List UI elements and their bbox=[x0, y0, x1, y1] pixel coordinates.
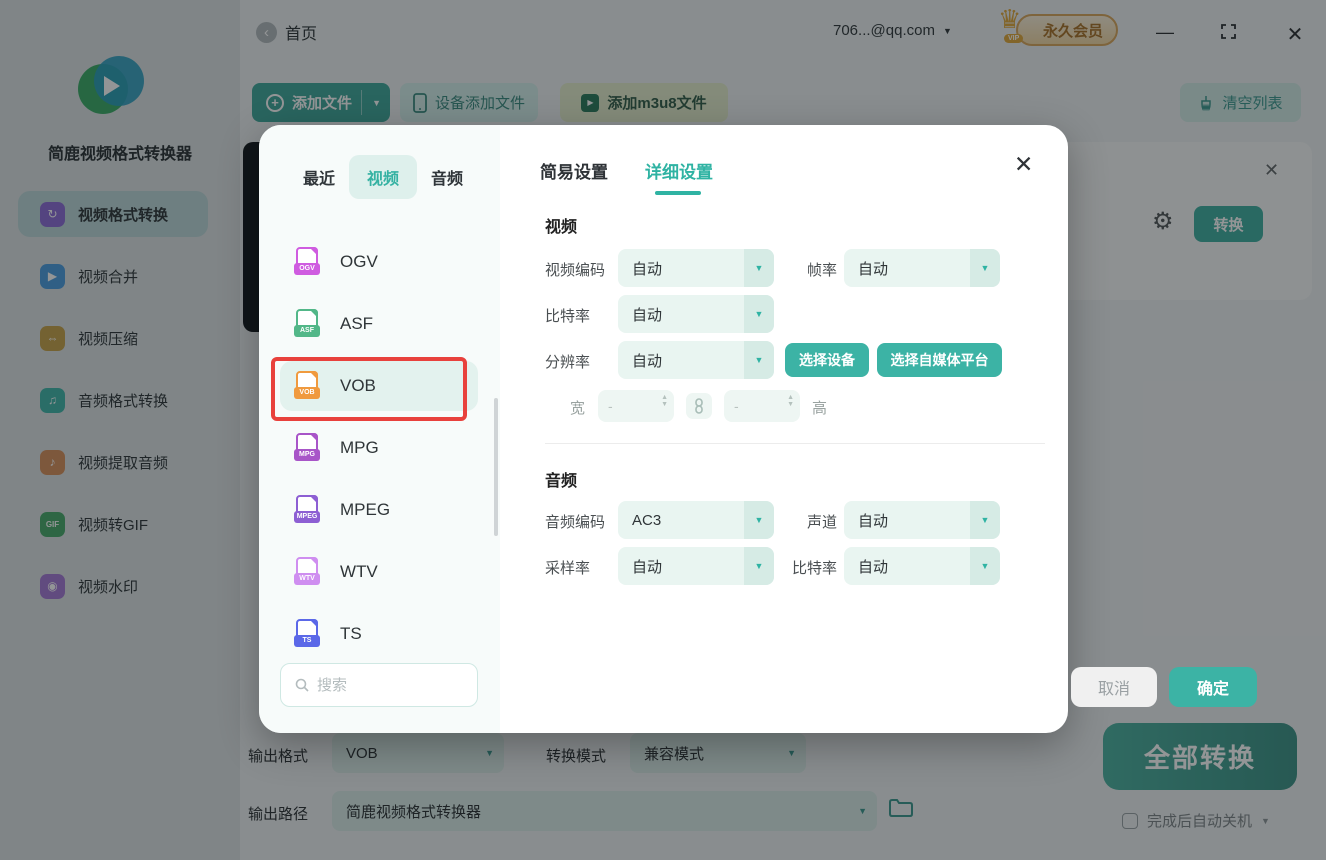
chevron-down-icon: ▼ bbox=[981, 515, 990, 525]
framerate-dropdown[interactable]: 自动 ▼ bbox=[844, 249, 1000, 287]
chevron-down-icon: ▼ bbox=[755, 561, 764, 571]
active-tab-underline bbox=[655, 191, 701, 195]
mpg-file-icon: MPG bbox=[294, 433, 320, 463]
tab-video[interactable]: 视频 bbox=[349, 155, 417, 199]
audio-bitrate-label: 比特率 bbox=[792, 557, 837, 578]
vob-file-icon: VOB bbox=[294, 371, 320, 401]
settings-panel: 简易设置 详细设置 ✕ 视频 视频编码 自动 ▼ 帧率 自动 ▼ 比特率 自动 … bbox=[500, 125, 1068, 733]
ogv-file-icon: OGV bbox=[294, 247, 320, 277]
search-icon bbox=[295, 678, 309, 692]
select-device-button[interactable]: 选择设备 bbox=[785, 343, 869, 377]
select-platform-button[interactable]: 选择自媒体平台 bbox=[877, 343, 1002, 377]
samplerate-value: 自动 bbox=[618, 556, 662, 577]
wtv-file-icon: WTV bbox=[294, 557, 320, 587]
format-item-ts[interactable]: TS TS bbox=[280, 609, 478, 659]
audio-codec-value: AC3 bbox=[618, 512, 661, 529]
video-bitrate-label: 比特率 bbox=[545, 305, 590, 326]
audio-section-title: 音频 bbox=[545, 467, 577, 491]
tab-simple-settings[interactable]: 简易设置 bbox=[540, 158, 608, 183]
format-item-ogv[interactable]: OGV OGV bbox=[280, 237, 478, 287]
video-section-title: 视频 bbox=[545, 213, 577, 237]
channels-label: 声道 bbox=[807, 511, 837, 532]
video-codec-dropdown[interactable]: 自动 ▼ bbox=[618, 249, 774, 287]
video-codec-value: 自动 bbox=[618, 258, 662, 279]
link-dimensions-icon[interactable] bbox=[686, 393, 712, 419]
chevron-down-icon: ▼ bbox=[755, 263, 764, 273]
video-codec-label: 视频编码 bbox=[545, 259, 605, 280]
format-settings-modal: 最近 视频 音频 OGV OGV ASF ASF VOB VOB MPG bbox=[259, 125, 1068, 733]
audio-bitrate-value: 自动 bbox=[844, 556, 888, 577]
stepper-up-icon: ▲ bbox=[787, 394, 794, 401]
asf-file-icon: ASF bbox=[294, 309, 320, 339]
chevron-down-icon: ▼ bbox=[755, 515, 764, 525]
audio-codec-dropdown[interactable]: AC3 ▼ bbox=[618, 501, 774, 539]
section-divider bbox=[545, 443, 1045, 444]
format-list: OGV OGV ASF ASF VOB VOB MPG MPG MPEG M bbox=[280, 237, 478, 671]
tab-audio[interactable]: 音频 bbox=[417, 155, 477, 199]
ok-button[interactable]: 确定 bbox=[1169, 667, 1257, 707]
format-item-vob[interactable]: VOB VOB bbox=[280, 361, 478, 411]
ts-file-icon: TS bbox=[294, 619, 320, 649]
cancel-button[interactable]: 取消 bbox=[1071, 667, 1157, 707]
modal-close-icon[interactable]: ✕ bbox=[1014, 151, 1033, 178]
samplerate-dropdown[interactable]: 自动 ▼ bbox=[618, 547, 774, 585]
chevron-down-icon: ▼ bbox=[755, 355, 764, 365]
width-input[interactable]: ▲▼ bbox=[598, 390, 674, 422]
format-search[interactable] bbox=[280, 663, 478, 707]
resolution-label: 分辨率 bbox=[545, 351, 590, 372]
audio-bitrate-dropdown[interactable]: 自动 ▼ bbox=[844, 547, 1000, 585]
format-item-wtv[interactable]: WTV WTV bbox=[280, 547, 478, 597]
format-item-mpg[interactable]: MPG MPG bbox=[280, 423, 478, 473]
width-label: 宽 bbox=[570, 397, 585, 418]
tab-detail-settings[interactable]: 详细设置 bbox=[645, 158, 713, 183]
resolution-value: 自动 bbox=[618, 350, 662, 371]
chevron-down-icon: ▼ bbox=[755, 309, 764, 319]
chevron-down-icon: ▼ bbox=[981, 263, 990, 273]
format-item-asf[interactable]: ASF ASF bbox=[280, 299, 478, 349]
framerate-value: 自动 bbox=[844, 258, 888, 279]
stepper-up-icon: ▲ bbox=[661, 394, 668, 401]
tab-recent[interactable]: 最近 bbox=[289, 155, 349, 199]
audio-codec-label: 音频编码 bbox=[545, 511, 605, 532]
format-list-scrollbar[interactable] bbox=[494, 398, 498, 536]
framerate-label: 帧率 bbox=[807, 259, 837, 280]
height-label: 高 bbox=[812, 397, 827, 418]
resolution-dropdown[interactable]: 自动 ▼ bbox=[618, 341, 774, 379]
height-input[interactable]: ▲▼ bbox=[724, 390, 800, 422]
format-panel: 最近 视频 音频 OGV OGV ASF ASF VOB VOB MPG bbox=[259, 125, 500, 733]
channels-dropdown[interactable]: 自动 ▼ bbox=[844, 501, 1000, 539]
app-window: 简鹿视频格式转换器 ↻ 视频格式转换 ▶ 视频合并 ⇔ 视频压缩 ♫ 音频格式转… bbox=[0, 0, 1326, 860]
mpeg-file-icon: MPEG bbox=[294, 495, 320, 525]
chevron-down-icon: ▼ bbox=[981, 561, 990, 571]
samplerate-label: 采样率 bbox=[545, 557, 590, 578]
channels-value: 自动 bbox=[844, 510, 888, 531]
search-input[interactable] bbox=[317, 677, 457, 694]
stepper-down-icon: ▼ bbox=[661, 401, 668, 408]
video-bitrate-dropdown[interactable]: 自动 ▼ bbox=[618, 295, 774, 333]
format-item-mpeg[interactable]: MPEG MPEG bbox=[280, 485, 478, 535]
video-bitrate-value: 自动 bbox=[618, 304, 662, 325]
stepper-down-icon: ▼ bbox=[787, 401, 794, 408]
